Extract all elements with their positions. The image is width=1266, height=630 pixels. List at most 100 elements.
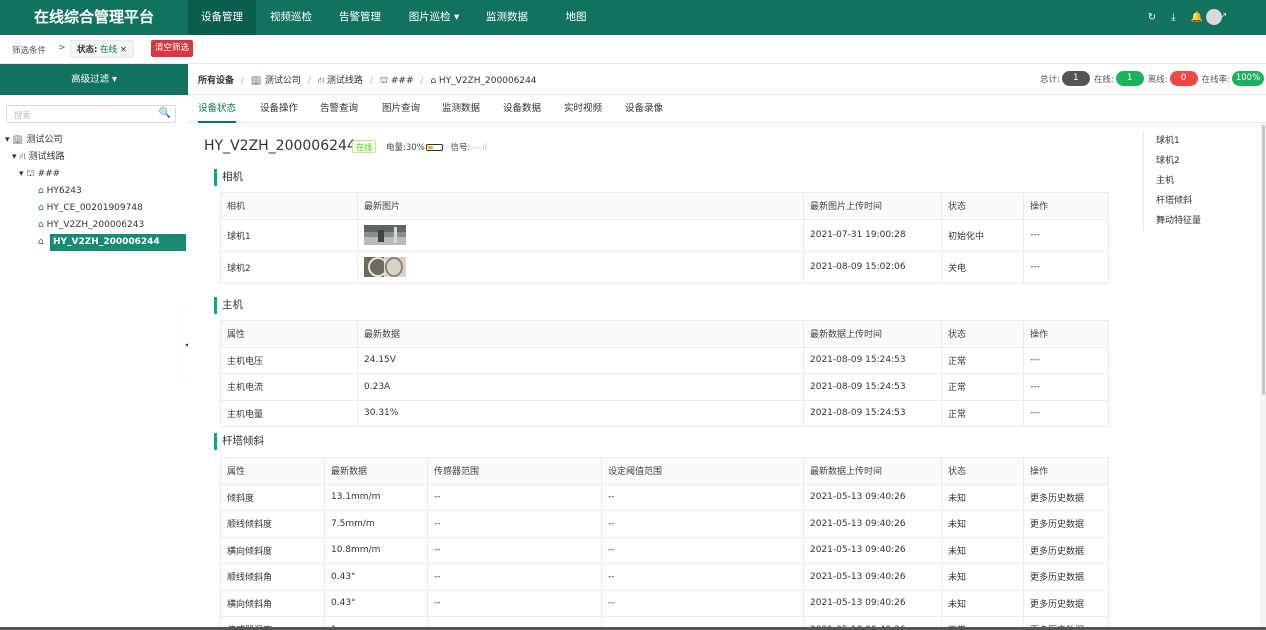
advanced-filter-button[interactable]: 高级过滤 ▾ bbox=[0, 64, 188, 95]
breadcrumb: 所有设备 / 🏢 测试公司 / ⛙ 测试线路 / ⛫ ### / ⌂ HY_V2… bbox=[188, 64, 1266, 95]
tree-node-label: HY_V2ZH_200006243 bbox=[46, 220, 145, 230]
tab-monitor-data[interactable]: 监测数据 bbox=[442, 95, 480, 123]
anchor-link[interactable]: 主机 bbox=[1144, 171, 1223, 191]
nav-image-inspection[interactable]: 图片巡检 ▾ bbox=[394, 0, 474, 35]
column-header: 最新数据上传时间 bbox=[803, 320, 942, 348]
refresh-icon[interactable]: ↻ bbox=[1148, 12, 1156, 23]
tab-device-status[interactable]: 设备状态 bbox=[198, 95, 237, 123]
tree-node-label: 测试公司 bbox=[26, 135, 63, 145]
tree-node-line[interactable]: ▾ ⛙ 测试线路 bbox=[12, 149, 65, 166]
history-link[interactable]: 更多历史数据 bbox=[1023, 483, 1109, 511]
attribute-cell: 顺线倾斜度 bbox=[220, 510, 325, 538]
value-cell: 30.31% bbox=[357, 399, 804, 427]
caret-down-icon[interactable]: ▾ bbox=[19, 169, 24, 179]
anchor-link[interactable]: 杆塔倾斜 bbox=[1144, 191, 1223, 211]
filter-label: 筛选条件 bbox=[12, 46, 47, 56]
tab-device-recording[interactable]: 设备录像 bbox=[625, 95, 663, 123]
close-icon[interactable]: × bbox=[120, 45, 127, 55]
breadcrumb-tower[interactable]: ### bbox=[391, 76, 414, 86]
power-label: 电量: bbox=[386, 143, 406, 153]
tower-tilt-table: 属性 最新数据 传感器范围 设定阈值范围 最新数据上传时间 状态 操作 倾斜度 13.1mm/… bbox=[220, 457, 1109, 630]
tree-node-device[interactable]: ⌂ HY_CE_00201909748 bbox=[38, 200, 143, 217]
anchor-link[interactable]: 球机2 bbox=[1144, 151, 1223, 171]
host-table: 属性 最新数据 最新数据上传时间 状态 操作 主机电压 24.15V 2021-08-09 … bbox=[220, 320, 1109, 427]
upload-time: 2021-08-09 15:24:53 bbox=[803, 373, 942, 401]
value-cell: 7.5mm/m bbox=[324, 510, 428, 538]
latest-image[interactable] bbox=[357, 250, 804, 284]
nav-alarm-management[interactable]: 告警管理 bbox=[326, 0, 394, 35]
column-header: 状态 bbox=[941, 320, 1024, 348]
breadcrumb-line[interactable]: 测试线路 bbox=[327, 76, 363, 86]
power-info: 电量:30% 信号:---.ıl bbox=[386, 141, 487, 153]
filter-tag-status[interactable]: 状态: 在线 × bbox=[70, 40, 134, 58]
column-header: 状态 bbox=[941, 457, 1024, 485]
sensor-range: -- bbox=[427, 510, 602, 538]
stat-online-badge: 1 bbox=[1115, 71, 1144, 86]
anchor-link[interactable]: 舞动特征量 bbox=[1144, 211, 1223, 231]
building-icon: 🏢 bbox=[250, 76, 263, 86]
upload-time: 2021-08-09 15:24:53 bbox=[803, 346, 942, 374]
line-icon: ⛙ bbox=[19, 152, 26, 162]
column-header: 操作 bbox=[1023, 192, 1109, 220]
tab-alarm-query[interactable]: 告警查询 bbox=[320, 95, 358, 123]
tree-node-tower[interactable]: ▾ ⛫ ### bbox=[19, 166, 60, 183]
top-navbar: 在线综合管理平台 设备管理 视频巡检 告警管理 图片巡检 ▾ 监测数据 地图 ↻… bbox=[0, 0, 1266, 35]
status-cell: 正常 bbox=[941, 373, 1024, 401]
tab-device-operation[interactable]: 设备操作 bbox=[260, 95, 298, 123]
avatar[interactable] bbox=[1206, 9, 1222, 25]
status-cell: 未知 bbox=[941, 510, 1024, 538]
tab-device-data[interactable]: 设备数据 bbox=[503, 95, 541, 123]
column-header: 属性 bbox=[220, 457, 325, 485]
history-link[interactable]: 更多历史数据 bbox=[1023, 510, 1109, 538]
bell-icon[interactable]: 🔔 bbox=[1191, 12, 1203, 23]
camera-thumbnail-image[interactable] bbox=[364, 257, 406, 277]
camera-name: 球机2 bbox=[220, 250, 358, 284]
filter-tag-colon: : bbox=[94, 45, 98, 55]
tree-node-company[interactable]: ▾ 🏢 测试公司 bbox=[5, 132, 63, 149]
tree-node-device[interactable]: ⌂ HY6243 bbox=[38, 183, 82, 200]
download-icon[interactable]: ⤓ bbox=[1171, 12, 1175, 23]
camera-table: 相机 最新图片 最新图片上传时间 状态 操作 球机1 2021-07-31 19:00:… bbox=[220, 192, 1109, 284]
upload-time: 2021-05-13 09:40:26 bbox=[803, 563, 942, 591]
tree-node-device-selected[interactable]: ⌂ HY_V2ZH_200006244 bbox=[38, 234, 186, 251]
camera-name: 球机1 bbox=[220, 218, 358, 252]
status-cell: 未知 bbox=[941, 536, 1024, 564]
attribute-cell: 横向倾斜角 bbox=[220, 589, 325, 617]
status-cell: 未知 bbox=[941, 483, 1024, 511]
tab-live-video[interactable]: 实时视频 bbox=[564, 95, 602, 123]
tab-image-query[interactable]: 图片查询 bbox=[382, 95, 420, 123]
nav-map[interactable]: 地图 bbox=[552, 0, 600, 35]
camera-thumbnail-image[interactable] bbox=[364, 225, 406, 245]
nav-video-inspection[interactable]: 视频巡检 bbox=[256, 0, 326, 35]
caret-down-icon[interactable]: ▾ bbox=[5, 135, 10, 145]
search-icon[interactable]: 🔍 bbox=[159, 108, 171, 119]
tree-search-input[interactable]: 搜索 🔍 bbox=[6, 105, 176, 123]
filter-bar: 筛选条件 > 状态: 在线 × 清空筛选 bbox=[0, 35, 1266, 64]
upload-time: 2021-08-09 15:02:06 bbox=[803, 250, 942, 284]
anchor-link[interactable]: 球机1 bbox=[1144, 131, 1223, 151]
value-cell: 13.1mm/m bbox=[324, 483, 428, 511]
breadcrumb-root[interactable]: 所有设备 bbox=[198, 76, 234, 86]
tree-node-device[interactable]: ⌂ HY_V2ZH_200006243 bbox=[38, 217, 144, 234]
signal-icon: ---.ıl bbox=[470, 143, 487, 153]
nav-device-management[interactable]: 设备管理 bbox=[188, 0, 256, 35]
device-status-panel: HY_V2ZH_200006244 在线 电量:30% 信号:---.ıl 相机… bbox=[188, 123, 1260, 630]
latest-image[interactable] bbox=[357, 218, 804, 252]
status-cell: 初始化中 bbox=[941, 218, 1024, 252]
history-link[interactable]: 更多历史数据 bbox=[1023, 536, 1109, 564]
device-stats: 总计: 1 在线: 1 离线: 0 在线率: 100% bbox=[1040, 71, 1264, 86]
column-header: 相机 bbox=[220, 192, 358, 220]
history-link[interactable]: 更多历史数据 bbox=[1023, 589, 1109, 617]
tree-node-label: ### bbox=[37, 169, 61, 179]
column-header: 传感器范围 bbox=[427, 457, 602, 485]
tower-icon: ⛫ bbox=[379, 76, 389, 86]
nav-monitor-data[interactable]: 监测数据 bbox=[474, 0, 540, 35]
clear-filter-button[interactable]: 清空筛选 bbox=[151, 40, 194, 57]
filter-tag-value: 在线 bbox=[100, 45, 118, 55]
action-cell: --- bbox=[1023, 399, 1109, 427]
filter-tag-key: 状态 bbox=[77, 45, 95, 55]
caret-down-icon[interactable]: ▾ bbox=[12, 152, 17, 162]
breadcrumb-company[interactable]: 测试公司 bbox=[265, 76, 301, 86]
history-link[interactable]: 更多历史数据 bbox=[1023, 563, 1109, 591]
scrollbar-thumb[interactable] bbox=[1262, 125, 1265, 395]
